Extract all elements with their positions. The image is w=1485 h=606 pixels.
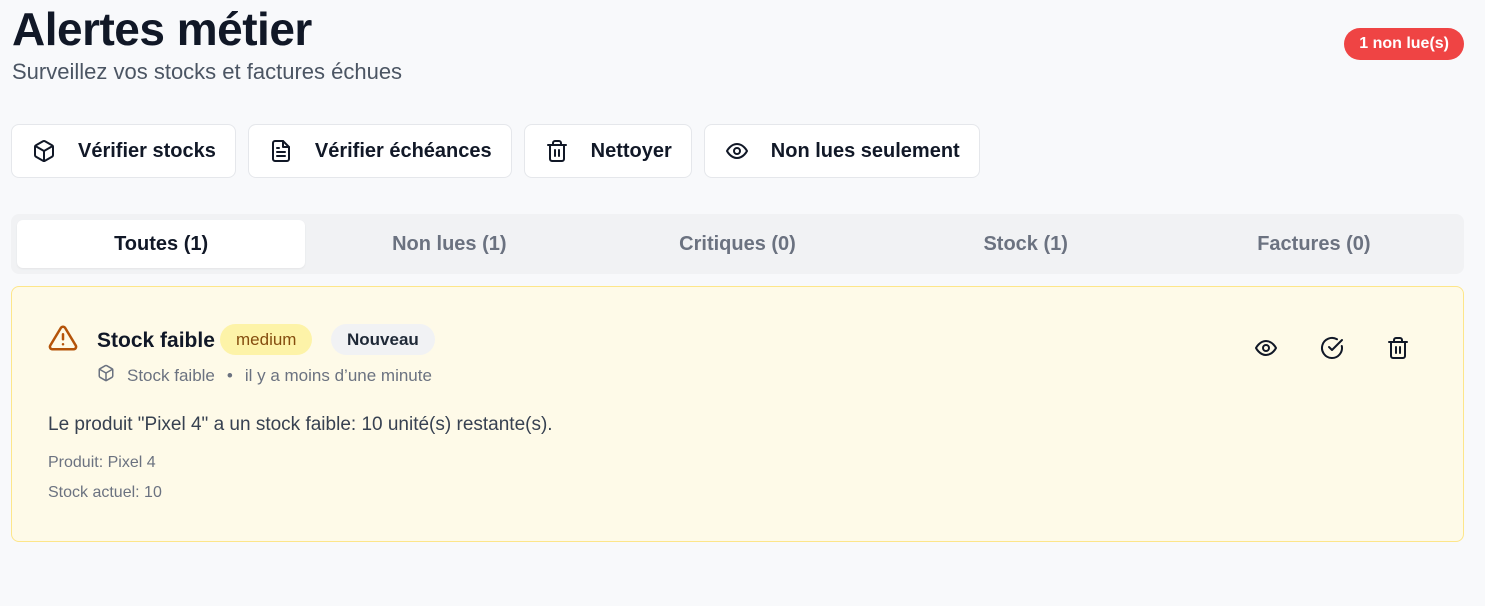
alert-message: Le produit "Pixel 4" a un stock faible: … [48, 414, 553, 435]
mark-read-button[interactable] [1319, 336, 1345, 365]
warning-triangle-icon [48, 323, 78, 353]
trash-icon [545, 139, 569, 163]
page-subtitle: Surveillez vos stocks et factures échues [12, 59, 403, 84]
check-stock-label: Vérifier stocks [78, 139, 216, 162]
view-alert-button[interactable] [1253, 337, 1279, 363]
eye-icon [725, 139, 749, 163]
severity-badge: medium [220, 324, 313, 355]
alerts-page: Alertes métier Surveillez vos stocks et … [0, 0, 1485, 606]
meta-separator: • [226, 365, 233, 385]
action-toolbar: Vérifier stocks Vérifier échéances Netto… [11, 124, 980, 178]
delete-alert-button[interactable] [1385, 336, 1411, 365]
alert-title: Stock faible [97, 329, 215, 352]
package-icon [97, 364, 127, 387]
check-stock-button[interactable]: Vérifier stocks [11, 124, 236, 178]
tab-unread[interactable]: Non lues (1) [305, 220, 593, 268]
cleanup-label: Nettoyer [590, 139, 672, 162]
alert-actions [1253, 336, 1411, 365]
alert-timestamp: il y a moins d’une minute [244, 365, 432, 385]
file-text-icon [269, 139, 293, 163]
check-due-dates-label: Vérifier échéances [314, 139, 492, 162]
alert-type: Stock faible [127, 365, 215, 385]
alert-filter-tabs: Toutes (1) Non lues (1) Critiques (0) St… [11, 214, 1464, 274]
package-icon [32, 139, 56, 163]
cleanup-button[interactable]: Nettoyer [523, 124, 692, 178]
check-due-dates-button[interactable]: Vérifier échéances [247, 124, 512, 178]
alert-meta: Stock faible • il y a moins d’une minute [97, 364, 432, 387]
alert-product: Produit: Pixel 4 [48, 454, 156, 471]
alert-card: Stock faible medium Nouveau Stock faible… [11, 286, 1464, 542]
trash-icon [1386, 336, 1410, 365]
status-badge: Nouveau [331, 324, 435, 355]
alert-stock: Stock actuel: 10 [48, 484, 162, 501]
unread-only-button[interactable]: Non lues seulement [703, 124, 980, 178]
tab-all[interactable]: Toutes (1) [17, 220, 306, 268]
unread-count-badge: 1 non lue(s) [1344, 28, 1464, 60]
tab-invoices[interactable]: Factures (0) [1170, 220, 1458, 268]
tab-stock[interactable]: Stock (1) [882, 220, 1170, 268]
tab-critical[interactable]: Critiques (0) [593, 220, 881, 268]
eye-icon [1254, 336, 1278, 365]
page-title: Alertes métier [12, 3, 312, 55]
unread-only-label: Non lues seulement [770, 139, 960, 162]
check-circle-icon [1320, 336, 1344, 365]
